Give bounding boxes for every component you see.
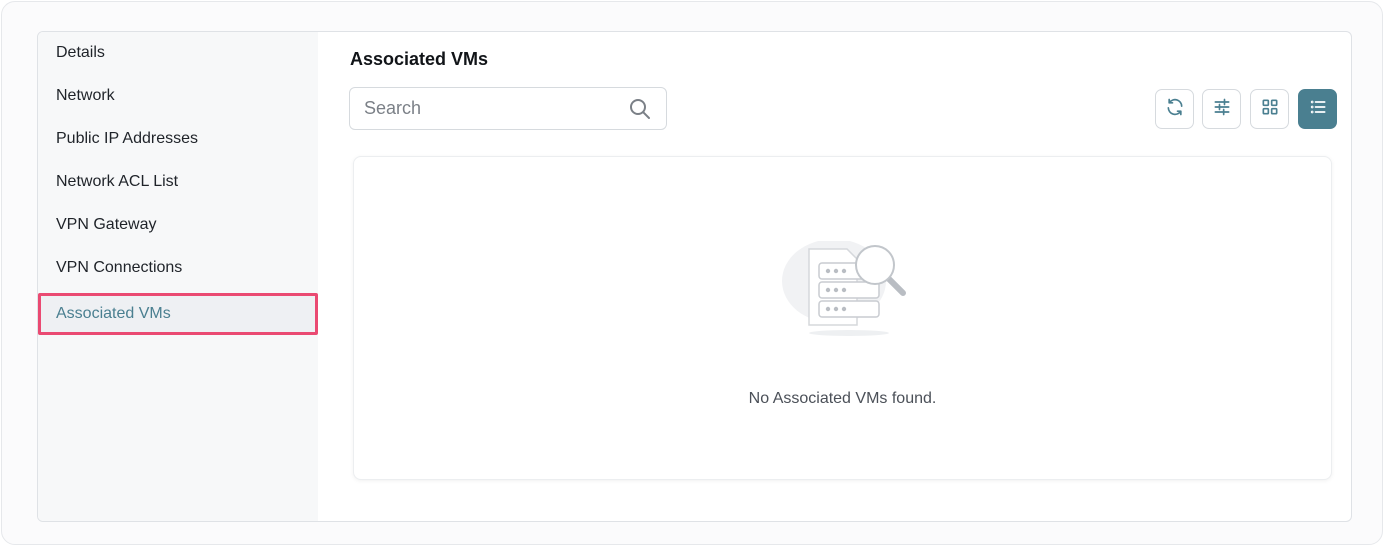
sidebar-item-label: Details — [56, 44, 105, 61]
search-input[interactable] — [364, 98, 628, 119]
filter-button[interactable] — [1202, 89, 1241, 129]
refresh-icon — [1165, 97, 1185, 122]
sidebar-item-vpn-gateway[interactable]: VPN Gateway — [38, 204, 318, 246]
sidebar-item-public-ip-addresses[interactable]: Public IP Addresses — [38, 118, 318, 160]
grid-view-icon — [1260, 97, 1280, 122]
list-view-button[interactable] — [1298, 89, 1337, 129]
grid-view-button[interactable] — [1250, 89, 1289, 129]
sidebar-item-network-acl-list[interactable]: Network ACL List — [38, 161, 318, 203]
sidebar-item-associated-vms[interactable]: Associated VMs — [38, 293, 318, 335]
sidebar-item-label: VPN Gateway — [56, 216, 157, 233]
empty-state-message: No Associated VMs found. — [748, 390, 937, 407]
refresh-button[interactable] — [1155, 89, 1194, 129]
empty-state-card: No Associated VMs found. — [353, 156, 1332, 480]
sidebar-item-details[interactable]: Details — [38, 32, 318, 74]
sidebar-item-vpn-connections[interactable]: VPN Connections — [38, 247, 318, 289]
sidebar: Details Network Public IP Addresses Netw… — [38, 32, 318, 521]
page-frame: Details Network Public IP Addresses Netw… — [1, 1, 1383, 545]
sidebar-item-network[interactable]: Network — [38, 75, 318, 117]
sidebar-item-label: Network ACL List — [56, 173, 179, 190]
sidebar-item-label: Network — [56, 87, 115, 104]
list-view-icon — [1308, 97, 1328, 122]
sidebar-item-label: Associated VMs — [56, 305, 171, 322]
filter-sliders-icon — [1212, 97, 1232, 122]
main-content: Associated VMs Search No Associated VMs … — [318, 32, 1351, 521]
search-icon[interactable] — [628, 97, 652, 121]
sidebar-item-label: Public IP Addresses — [56, 130, 199, 147]
sidebar-item-label: VPN Connections — [56, 259, 183, 276]
details-panel: Details Network Public IP Addresses Netw… — [37, 31, 1352, 522]
server-search-illustration — [779, 239, 919, 341]
search-box[interactable] — [349, 87, 667, 130]
page-title: Associated VMs — [350, 49, 489, 69]
